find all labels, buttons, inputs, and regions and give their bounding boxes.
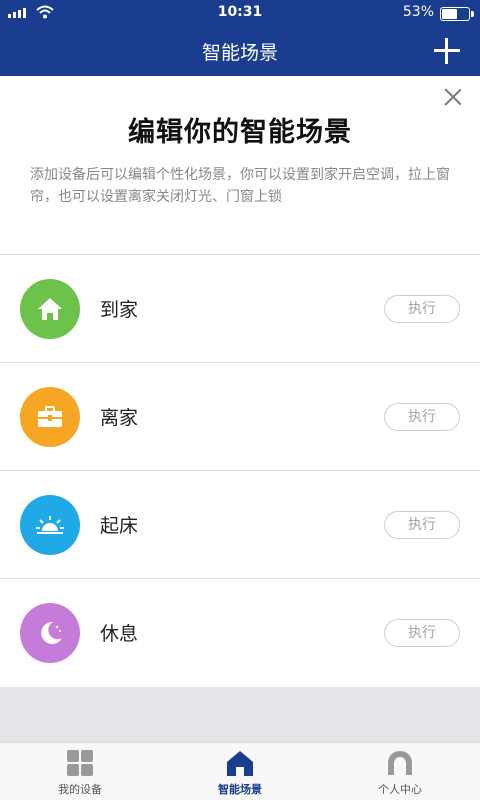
execute-button[interactable]: 执行 [384,619,460,647]
banner-description: 添加设备后可以编辑个性化场景，你可以设置到家开启空调，拉上窗帘，也可以设置离家关… [30,167,450,205]
close-icon[interactable] [444,88,462,106]
battery-icon [440,7,474,21]
tab-smart-scenes[interactable]: 智能场景 [160,743,320,800]
sunrise-icon [20,495,80,555]
scene-name: 休息 [100,623,139,645]
tab-label: 个人中心 [378,783,422,796]
tab-label: 智能场景 [218,783,262,796]
scene-item-home[interactable]: 到家 执行 [0,255,480,363]
scene-name: 到家 [100,299,139,321]
intro-banner: 编辑你的智能场景 添加设备后可以编辑个性化场景，你可以设置到家开启空调，拉上窗帘… [0,76,480,254]
scene-item-leave[interactable]: 离家 执行 [0,363,480,471]
grid-icon [67,750,93,776]
scene-name: 起床 [100,515,139,537]
banner-heading: 编辑你的智能场景 [128,117,352,148]
execute-button[interactable]: 执行 [384,295,460,323]
tab-my-devices[interactable]: 我的设备 [0,743,160,800]
tab-bar: 我的设备 智能场景 个人中心 [0,742,480,800]
execute-button[interactable]: 执行 [384,403,460,431]
tab-profile[interactable]: 个人中心 [320,743,480,800]
tab-label: 我的设备 [58,783,102,796]
page-title: 智能场景 [201,42,278,64]
execute-button[interactable]: 执行 [384,511,460,539]
nav-bar: 智能场景 [0,26,480,76]
status-bar: 10:31 53% [0,0,480,26]
add-scene-button[interactable] [432,36,462,66]
moon-icon [20,603,80,663]
scene-item-wake-up[interactable]: 起床 执行 [0,471,480,579]
scene-item-rest[interactable]: 休息 执行 [0,579,480,687]
user-icon [388,751,412,775]
home-icon [20,279,80,339]
battery-percent: 53% [402,4,434,20]
briefcase-icon [20,387,80,447]
scene-name: 离家 [100,407,139,429]
home-icon [227,751,253,776]
scene-list: 到家 执行 离家 执行 起床 执行 休息 执行 [0,254,480,687]
